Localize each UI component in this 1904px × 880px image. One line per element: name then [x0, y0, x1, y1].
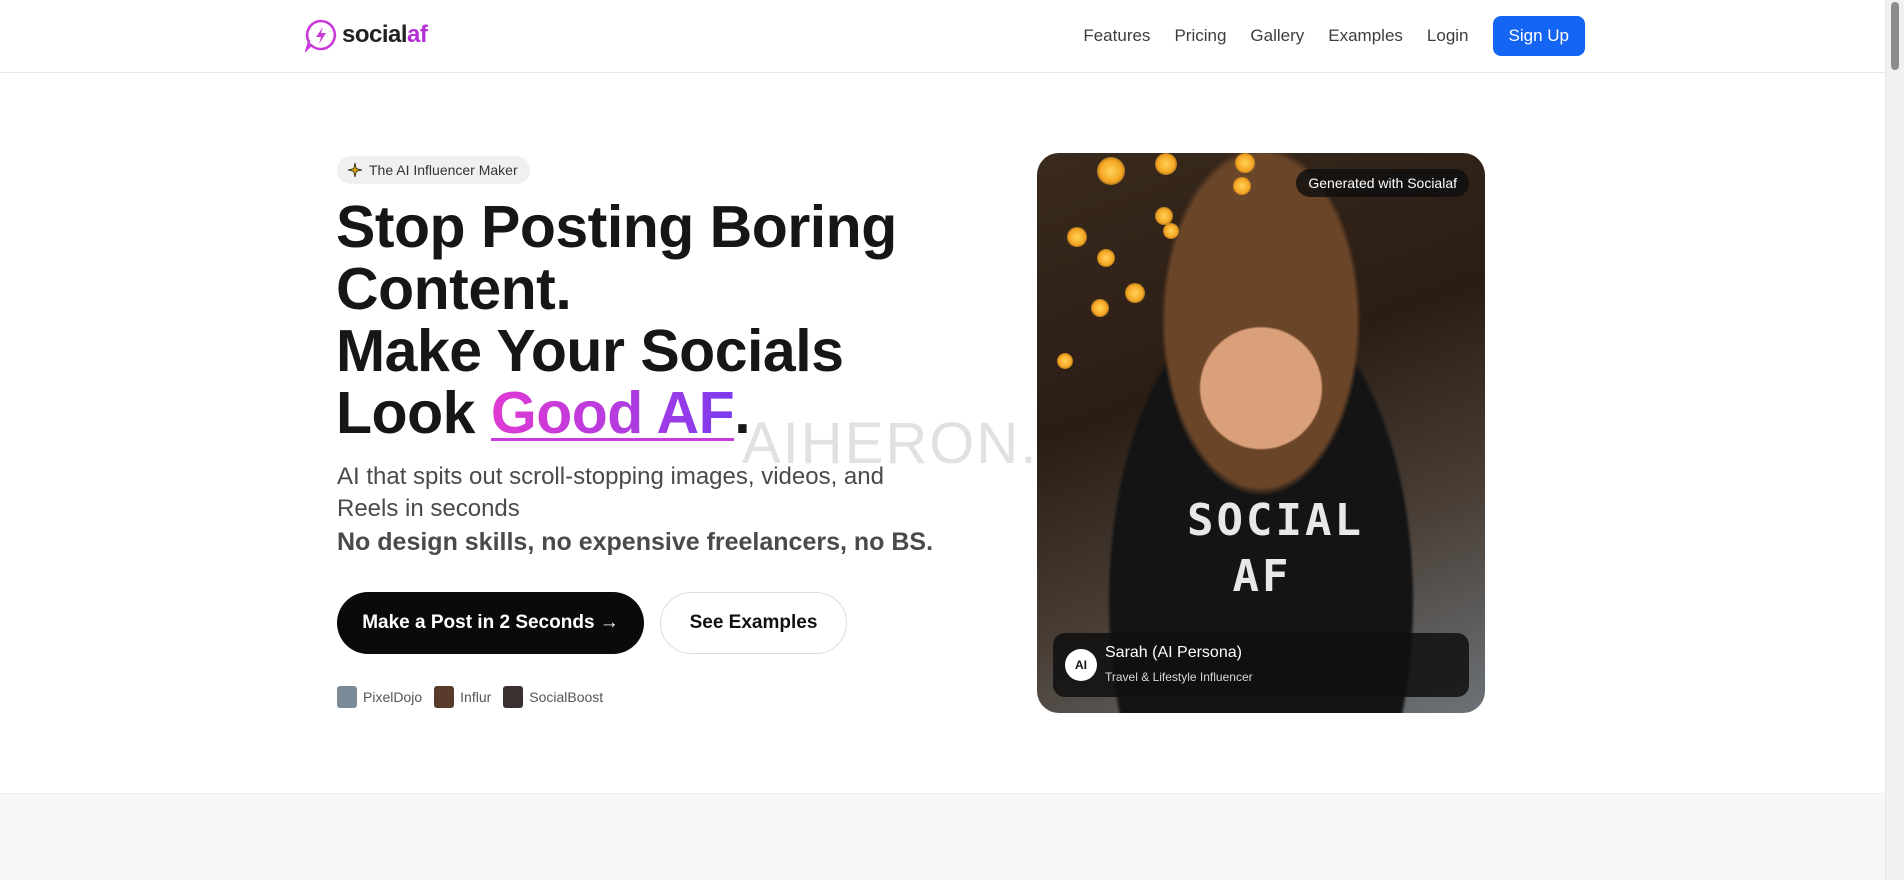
bokeh-light: [1091, 299, 1109, 317]
main-nav: Features Pricing Gallery Examples Login …: [1059, 16, 1585, 56]
nav-features[interactable]: Features: [1083, 16, 1150, 56]
signup-button[interactable]: Sign Up: [1492, 16, 1585, 56]
badge-label: The AI Influencer Maker: [369, 162, 518, 178]
partner-thumbnail: [337, 686, 357, 708]
headline-line-2: Content.: [336, 256, 572, 322]
persona-info: AI Sarah (AI Persona) Travel & Lifestyle…: [1053, 633, 1469, 697]
partner-list: PixelDojo Influr SocialBoost: [337, 686, 603, 708]
bokeh-light: [1097, 249, 1115, 267]
persona-image-card: SOCIAL AF Generated with Socialaf AI Sar…: [1037, 153, 1485, 713]
partner-label: Influr: [460, 689, 492, 705]
bokeh-light: [1233, 177, 1251, 195]
hero-headline: Stop Posting Boring Content. Make Your S…: [336, 196, 976, 444]
hero-subtext-bold: No design skills, no expensive freelance…: [337, 528, 934, 556]
bokeh-light: [1125, 283, 1145, 303]
partner-influr[interactable]: Influr: [434, 686, 491, 708]
hero-subtext: AI that spits out scroll-stopping images…: [337, 463, 884, 522]
top-navbar: socialaf Features Pricing Gallery Exampl…: [0, 0, 1885, 73]
headline-line-4: Look Good AF.: [336, 380, 751, 446]
hero-badge: The AI Influencer Maker: [337, 156, 530, 184]
logo[interactable]: socialaf: [304, 18, 428, 52]
nav-examples[interactable]: Examples: [1328, 16, 1403, 56]
scrollbar[interactable]: [1885, 0, 1904, 880]
shirt-print: SOCIAL AF: [1187, 495, 1364, 602]
partner-thumbnail: [434, 686, 455, 708]
avatar: AI: [1065, 649, 1097, 681]
partner-label: PixelDojo: [363, 689, 423, 705]
bokeh-light: [1097, 157, 1125, 185]
headline-line-1: Stop Posting Boring: [336, 194, 897, 260]
bokeh-light: [1235, 153, 1255, 173]
bokeh-light: [1067, 227, 1087, 247]
partner-label: SocialBoost: [529, 689, 604, 705]
nav-login[interactable]: Login: [1427, 16, 1469, 56]
generated-tag: Generated with Socialaf: [1296, 169, 1469, 197]
persona-name: Sarah (AI Persona): [1105, 644, 1242, 661]
headline-line-3: Make Your Socials: [336, 318, 844, 384]
partner-socialboost[interactable]: SocialBoost: [503, 686, 603, 708]
bokeh-light: [1057, 353, 1073, 369]
make-post-button[interactable]: Make a Post in 2 Seconds →: [337, 592, 644, 654]
sparkle-icon: [347, 162, 363, 178]
bokeh-light: [1155, 153, 1177, 175]
nav-pricing[interactable]: Pricing: [1174, 16, 1226, 56]
nav-gallery[interactable]: Gallery: [1250, 16, 1304, 56]
headline-highlight: Good AF: [490, 380, 735, 446]
bokeh-light: [1163, 223, 1179, 239]
persona-role: Travel & Lifestyle Influencer: [1105, 670, 1253, 684]
lightning-bubble-icon: [304, 19, 337, 52]
logo-text: socialaf: [342, 21, 428, 48]
see-examples-button[interactable]: See Examples: [660, 592, 847, 654]
scrollbar-thumb[interactable]: [1891, 2, 1899, 70]
next-section: [0, 793, 1885, 880]
partner-pixeldojo[interactable]: PixelDojo: [337, 686, 422, 708]
partner-thumbnail: [503, 686, 524, 708]
